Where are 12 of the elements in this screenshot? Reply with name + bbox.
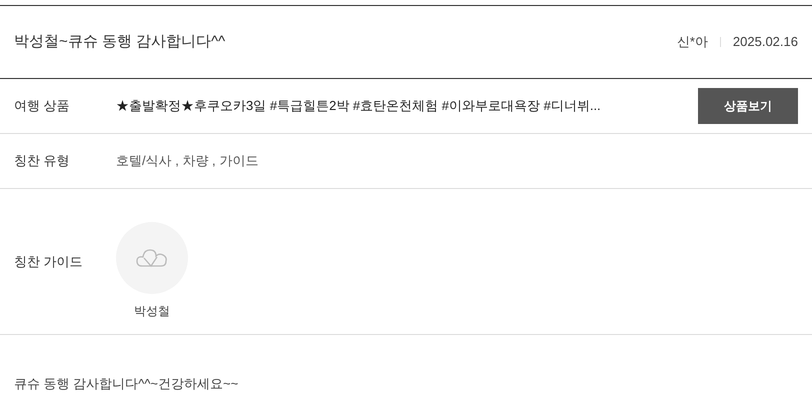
author-name: 신*아 <box>676 33 708 52</box>
compliment-types: 호텔/식사 , 차량 , 가이드 <box>116 152 258 170</box>
row-label: 여행 상품 <box>14 97 71 116</box>
guide-name: 박성철 <box>134 302 170 320</box>
product-name: ★출발확정★후쿠오카3일 #특급힐튼2박 #효탄온천체험 #이와부로대욕장 #디너뷔... <box>116 97 602 116</box>
review-text: 큐슈 동행 감사합니다^^~건강하세요~~ <box>14 375 238 394</box>
post-title: 박성철~큐슈 동행 감사합니다^^ <box>14 32 226 52</box>
row-label: 칭찬 가이드 <box>14 252 84 271</box>
post-date: 2025.02.16 <box>732 33 798 52</box>
cloud-icon <box>136 248 168 268</box>
view-product-button[interactable]: 상품보기 <box>698 88 798 124</box>
row-label: 칭찬 유형 <box>14 152 71 170</box>
